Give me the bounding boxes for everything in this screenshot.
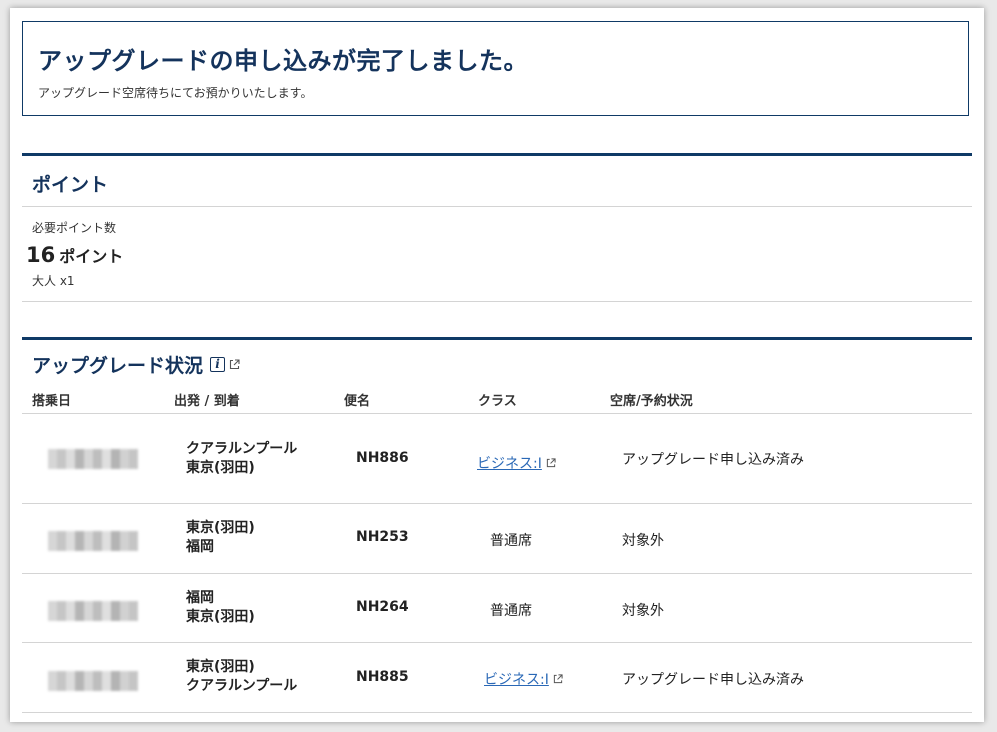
flight-number: NH885 [356, 669, 409, 685]
passenger-count: 大人 x1 [32, 274, 75, 288]
column-header-class: クラス [478, 394, 517, 409]
completion-title: アップグレードの申し込みが完了しました。 [38, 47, 528, 75]
route: クアラルンプール 東京(羽田) [186, 440, 297, 478]
route-destination: 東京(羽田) [186, 460, 255, 476]
route-destination: 東京(羽田) [186, 609, 255, 625]
table-row: クアラルンプール 東京(羽田) NH886 ビジネス:I アップグレード申し込み… [22, 414, 972, 504]
column-header-seat-status: 空席/予約状況 [610, 394, 693, 409]
column-header-route: 出発 / 到着 [174, 394, 240, 409]
completion-subtitle: アップグレード空席待ちにてお預かりいたします。 [38, 86, 313, 100]
class-link[interactable]: ビジネス:I [484, 669, 563, 689]
page: アップグレードの申し込みが完了しました。 アップグレード空席待ちにてお預かりいた… [10, 8, 984, 722]
points-section-title: ポイント [32, 174, 109, 196]
table-row: 福岡 東京(羽田) NH264 普通席 対象外 [22, 574, 972, 643]
seat-status: 対象外 [622, 533, 664, 549]
class-link-label: ビジネス:I [477, 456, 542, 472]
external-link-icon [553, 672, 563, 688]
class-label: 普通席 [490, 533, 532, 549]
points-number: 16 [26, 243, 56, 267]
flight-number: NH264 [356, 599, 409, 615]
completion-banner: アップグレードの申し込みが完了しました。 アップグレード空席待ちにてお預かりいた… [22, 21, 969, 116]
route-destination: クアラルンプール [186, 678, 298, 694]
divider [22, 206, 972, 207]
row-divider [22, 712, 972, 713]
seat-status: アップグレード申し込み済み [622, 452, 804, 468]
table-row: 東京(羽田) 福岡 NH253 普通席 対象外 [22, 504, 972, 574]
table-row: 東京(羽田) クアラルンプール NH885 ビジネス:I アップグレード申し込み… [22, 643, 972, 713]
points-unit: ポイント [59, 247, 124, 266]
flight-number: NH253 [356, 529, 409, 545]
class-link[interactable]: ビジネス:I [477, 453, 556, 473]
seat-status: 対象外 [622, 603, 664, 619]
route-origin: 福岡 [186, 590, 214, 606]
status-section-rule [22, 337, 972, 340]
route: 福岡 東京(羽田) [186, 589, 255, 627]
flight-number: NH886 [356, 450, 409, 466]
status-section-title: アップグレード状況 [32, 355, 204, 377]
column-header-flight: 便名 [344, 394, 371, 409]
route-origin: 東京(羽田) [186, 659, 255, 675]
column-header-date: 搭乗日 [32, 394, 72, 409]
required-points-value: 16 ポイント [26, 243, 123, 267]
boarding-date-redacted [48, 449, 138, 469]
class-label: 普通席 [490, 603, 532, 619]
info-icon[interactable]: i [210, 357, 226, 372]
status-section-header: アップグレード状況 i [32, 351, 240, 378]
boarding-date-redacted [48, 531, 138, 551]
divider [22, 301, 972, 302]
route-origin: 東京(羽田) [186, 520, 255, 536]
seat-status: アップグレード申し込み済み [622, 672, 804, 688]
route-origin: クアラルンプール [186, 441, 298, 457]
boarding-date-redacted [48, 601, 138, 621]
route-destination: 福岡 [186, 539, 214, 555]
route: 東京(羽田) 福岡 [186, 519, 255, 557]
points-section-rule [22, 153, 972, 156]
external-link-icon[interactable] [229, 355, 240, 374]
route: 東京(羽田) クアラルンプール [186, 658, 297, 696]
class-link-label: ビジネス:I [484, 672, 549, 688]
boarding-date-redacted [48, 671, 138, 691]
required-points-label: 必要ポイント数 [32, 221, 117, 235]
external-link-icon [546, 456, 556, 472]
